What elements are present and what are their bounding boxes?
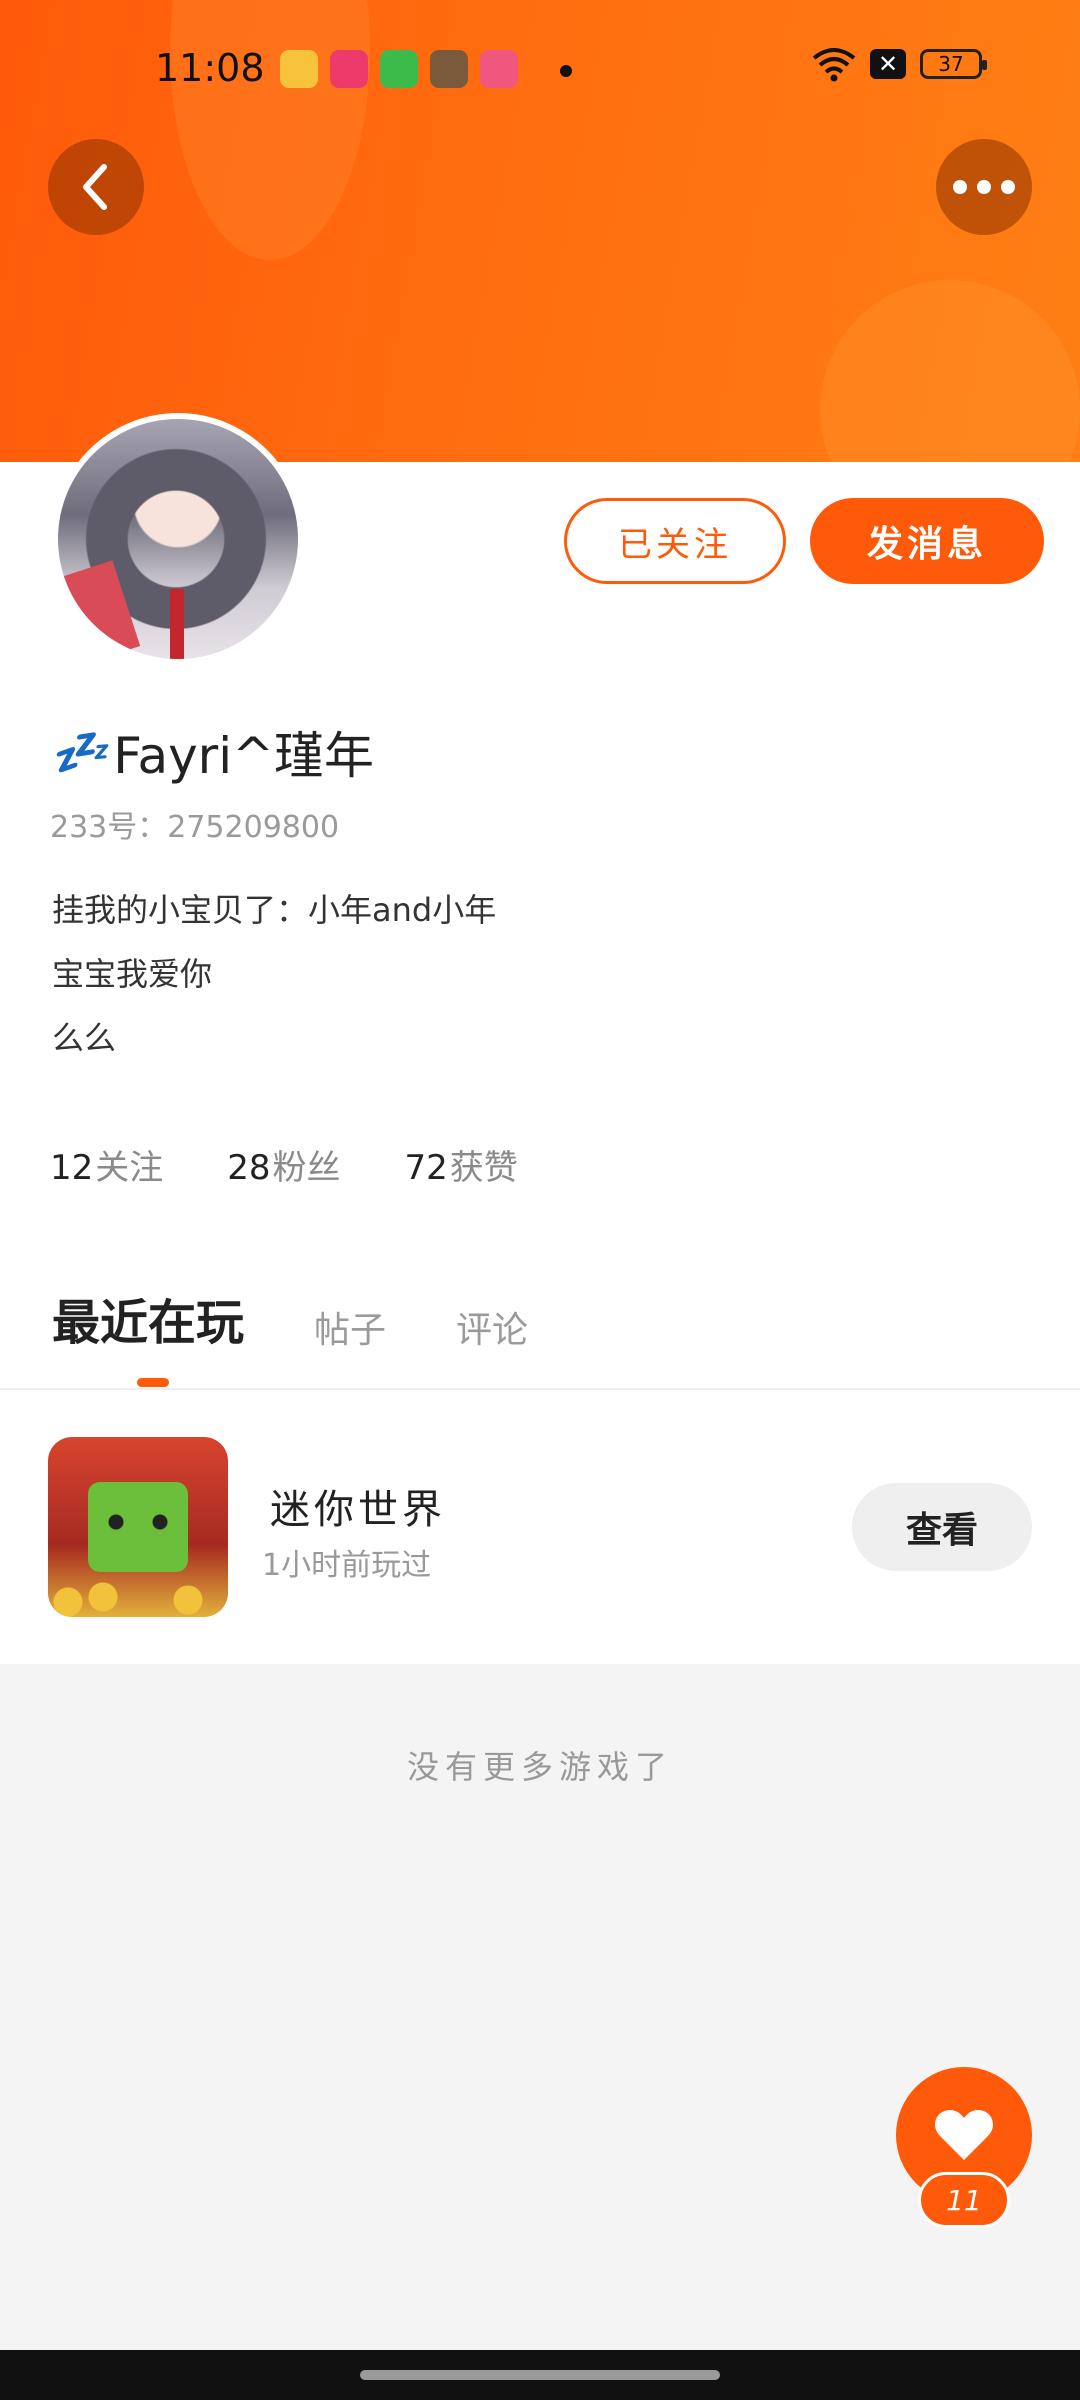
more-options-button[interactable] (936, 139, 1032, 235)
username: 💤 Fayri^瑾年 (50, 716, 374, 788)
following-stat[interactable]: 12关注 (50, 1140, 163, 1189)
tab-comments[interactable]: 评论 (456, 1301, 528, 1353)
screen-record-icon (480, 50, 518, 88)
heart-icon (935, 2110, 993, 2160)
stat-label: 关注 (95, 1148, 164, 1188)
stat-number: 72 (404, 1148, 448, 1188)
game-played-time: 1小时前玩过 (262, 1548, 432, 1583)
avatar[interactable] (52, 413, 304, 665)
profile-stats: 12关注 28粉丝 72获赞 (50, 1140, 518, 1189)
send-message-button[interactable]: 发消息 (810, 498, 1044, 584)
user-id[interactable]: 233号：275209800 (50, 802, 339, 846)
game-icon-eyes (106, 1512, 170, 1532)
notification-icons (280, 50, 518, 88)
video-app-icon (330, 50, 368, 88)
followed-button[interactable]: 已关注 (564, 498, 786, 584)
bio: 挂我的小宝贝了：小年and小年 宝宝我爱你 么么 (52, 878, 496, 1070)
notes-app-icon (280, 50, 318, 88)
bio-line: 么么 (52, 1019, 117, 1057)
back-button[interactable] (48, 139, 144, 235)
stat-number: 12 (50, 1148, 94, 1188)
more-dot (1001, 180, 1015, 194)
no-more-games-text: 没有更多游戏了 (406, 1748, 673, 1786)
tab-posts[interactable]: 帖子 (314, 1301, 386, 1353)
followers-stat[interactable]: 28粉丝 (227, 1140, 340, 1189)
stat-label: 获赞 (449, 1148, 518, 1188)
chevron-left-icon (83, 164, 107, 210)
battery-icon: 37 (920, 49, 987, 79)
likes-stat[interactable]: 72获赞 (405, 1140, 518, 1189)
more-notifications-dot (560, 65, 572, 77)
game-name: 迷你世界 (270, 1487, 446, 1533)
game-icon-coins (48, 1572, 228, 1617)
shopping-app-icon (380, 50, 418, 88)
status-time: 11:08 (155, 46, 265, 90)
tab-recently-played[interactable]: 最近在玩 (52, 1283, 244, 1353)
battery-level: 37 (938, 52, 964, 76)
view-game-button[interactable]: 查看 (852, 1483, 1032, 1571)
more-dot (977, 180, 991, 194)
username-text: Fayri^瑾年 (113, 727, 375, 785)
stat-label: 粉丝 (272, 1148, 341, 1188)
status-bar: 11:08 ✕ 37 (0, 38, 1080, 98)
more-horizontal-icon (953, 180, 967, 194)
game-app-icon (430, 50, 468, 88)
system-nav-bar (0, 2350, 1080, 2400)
avatar-tie (170, 589, 184, 659)
no-sim-icon: ✕ (870, 49, 906, 79)
like-count-badge: 11 (918, 2172, 1010, 2228)
sleep-emoji-icon: 💤 (50, 724, 108, 779)
bio-line: 宝宝我爱你 (52, 955, 213, 993)
list-item[interactable]: 迷你世界 1小时前玩过 查看 (0, 1390, 1080, 1664)
profile-tabs: 最近在玩 帖子 评论 (52, 1283, 528, 1353)
status-indicators: ✕ 37 (812, 46, 987, 82)
game-icon (48, 1437, 228, 1617)
active-tab-indicator (137, 1378, 169, 1387)
avatar-image (58, 419, 298, 659)
header-decoration (820, 280, 1080, 462)
bio-line: 挂我的小宝贝了：小年and小年 (52, 891, 497, 929)
wifi-icon (812, 48, 856, 82)
home-gesture-handle[interactable] (360, 2370, 720, 2380)
stat-number: 28 (227, 1148, 271, 1188)
